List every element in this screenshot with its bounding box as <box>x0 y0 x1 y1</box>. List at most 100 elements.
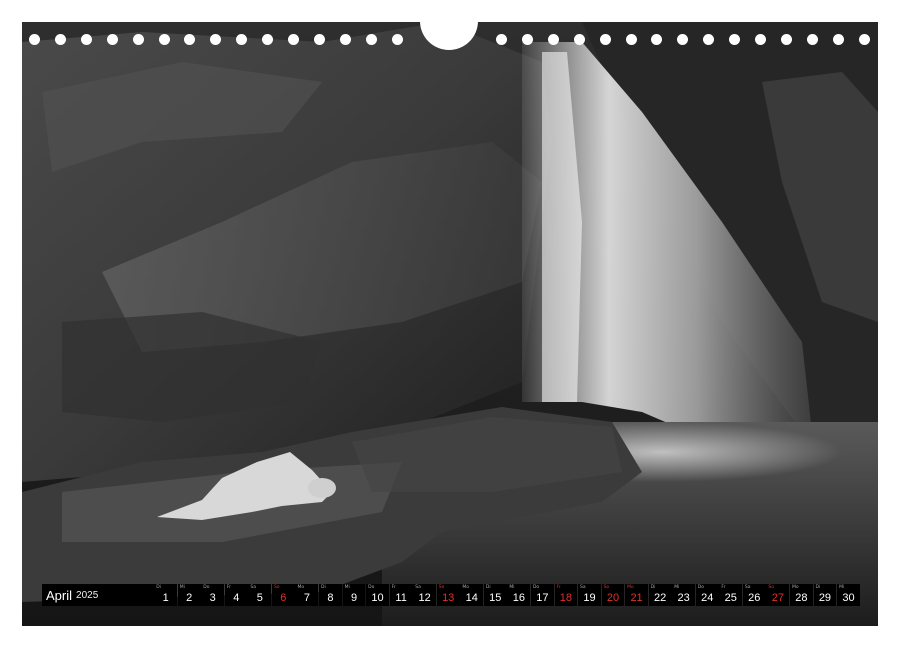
calendar-strip: April 2025 Di1Mi2Do3Fr4Sa5So6Mo7Di8Mi9Do… <box>42 584 860 606</box>
binding-hole <box>755 34 766 45</box>
binding-hole <box>29 34 40 45</box>
day-number: 17 <box>531 592 554 604</box>
day-number: 27 <box>766 592 789 604</box>
weekday-label: Do <box>203 585 209 590</box>
day-number: 1 <box>154 592 177 604</box>
day-cell: Mi 16 <box>507 584 530 606</box>
month-label: April 2025 <box>42 584 154 606</box>
binding-hole <box>81 34 92 45</box>
day-cell: Mi 23 <box>672 584 695 606</box>
day-cell: Di15 <box>484 584 507 606</box>
binding-hole <box>651 34 662 45</box>
day-number: 9 <box>343 592 366 604</box>
day-cell: Sa 5 <box>248 584 271 606</box>
waterfall-photo <box>22 22 878 626</box>
day-number: 12 <box>413 592 436 604</box>
day-number: 6 <box>272 592 295 604</box>
binding-hole <box>729 34 740 45</box>
day-cell: Mi 9 <box>343 584 366 606</box>
binding-hole <box>548 34 559 45</box>
weekday-label: Fr <box>392 585 396 590</box>
day-cell: Mi 30 <box>837 584 860 606</box>
binding-hole <box>133 34 144 45</box>
weekday-label: Mi <box>345 585 350 590</box>
day-cell: Di8 <box>319 584 342 606</box>
binding-hole <box>781 34 792 45</box>
binding-hole <box>210 34 221 45</box>
day-number: 13 <box>437 592 460 604</box>
binding-hole <box>366 34 377 45</box>
binding-hole <box>55 34 66 45</box>
day-cell: Do 17 <box>531 584 554 606</box>
binding-hole <box>340 34 351 45</box>
day-number: 7 <box>295 592 318 604</box>
day-number: 3 <box>201 592 224 604</box>
day-cell: Mo14 <box>460 584 483 606</box>
day-cell: So 6 <box>272 584 295 606</box>
weekday-label: Fr <box>721 585 725 590</box>
day-number: 11 <box>390 592 413 604</box>
day-cell: Mo 21 <box>625 584 648 606</box>
day-cell: Fr 4 <box>225 584 248 606</box>
binding-hole <box>807 34 818 45</box>
day-number: 21 <box>625 592 648 604</box>
day-cell: So 27 <box>766 584 789 606</box>
weekday-label: Mi <box>509 585 514 590</box>
day-cell: So 20 <box>602 584 625 606</box>
day-number: 18 <box>555 592 578 604</box>
binding-hole <box>574 34 585 45</box>
weekday-label: Sa <box>745 585 751 590</box>
weekday-label: Mi <box>674 585 679 590</box>
day-number: 14 <box>460 592 483 604</box>
day-number: 30 <box>837 592 860 604</box>
day-number: 10 <box>366 592 389 604</box>
weekday-label: Fr <box>227 585 231 590</box>
binding-hole <box>859 34 870 45</box>
weekday-label: Fr <box>557 585 561 590</box>
binding-hole <box>703 34 714 45</box>
day-cell: Sa26 <box>743 584 766 606</box>
day-number: 24 <box>696 592 719 604</box>
day-number: 16 <box>507 592 530 604</box>
binding-hole <box>107 34 118 45</box>
day-cell: Sa 12 <box>413 584 436 606</box>
binding-hole <box>833 34 844 45</box>
binding-hole <box>677 34 688 45</box>
day-number: 23 <box>672 592 695 604</box>
year-label: 2025 <box>76 590 98 601</box>
day-cell: Di1 <box>154 584 177 606</box>
weekday-label: So <box>274 585 280 590</box>
weekday-label: Di <box>651 585 656 590</box>
weekday-label: Do <box>533 585 539 590</box>
weekday-label: Mi <box>180 585 185 590</box>
day-cell: Do24 <box>696 584 719 606</box>
binding-hole <box>600 34 611 45</box>
weekday-label: Sa <box>415 585 421 590</box>
binding-hole <box>314 34 325 45</box>
day-number: 15 <box>484 592 507 604</box>
month-name: April <box>46 588 72 603</box>
weekday-label: So <box>768 585 774 590</box>
weekday-label: So <box>604 585 610 590</box>
day-number: 28 <box>790 592 813 604</box>
day-number: 2 <box>178 592 201 604</box>
day-cell: Fr 18 <box>555 584 578 606</box>
day-cell: So13 <box>437 584 460 606</box>
day-cell: Fr25 <box>719 584 742 606</box>
weekday-label: Di <box>816 585 821 590</box>
binding-hole <box>288 34 299 45</box>
day-number: 19 <box>578 592 601 604</box>
weekday-label: Mi <box>839 585 844 590</box>
weekday-label: Mo <box>627 585 634 590</box>
day-number: 8 <box>319 592 342 604</box>
day-number: 4 <box>225 592 248 604</box>
day-cell: Do10 <box>366 584 389 606</box>
day-cell: Sa19 <box>578 584 601 606</box>
day-number: 5 <box>248 592 271 604</box>
day-cell: Mo 28 <box>790 584 813 606</box>
day-cell: Do 3 <box>201 584 224 606</box>
day-number: 20 <box>602 592 625 604</box>
binding-hole <box>392 34 403 45</box>
weekday-label: Mo <box>792 585 799 590</box>
weekday-label: Sa <box>250 585 256 590</box>
